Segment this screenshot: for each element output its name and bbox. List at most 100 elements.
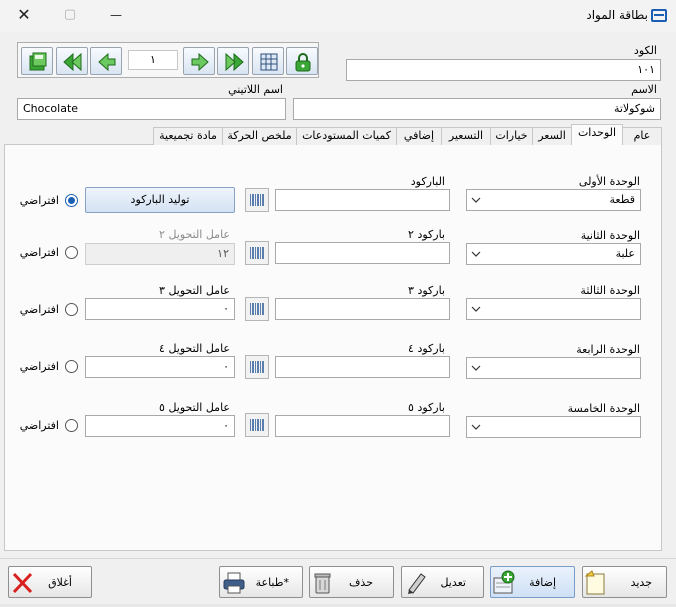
window-title: بطاقة المواد — [586, 8, 648, 22]
default-radio-3[interactable] — [65, 303, 78, 316]
tab-units[interactable]: الوحدات — [571, 124, 623, 145]
barcode-4-label: باركود ٤ — [408, 342, 445, 355]
add-record-icon — [493, 570, 515, 594]
minimize-window-button[interactable]: — — [102, 4, 130, 28]
double-arrow-left-icon — [63, 52, 82, 72]
edit-button[interactable]: تعديل — [401, 566, 484, 598]
next-record-button[interactable] — [183, 47, 215, 75]
barcode-icon — [250, 361, 264, 373]
barcode-icon — [250, 247, 264, 259]
barcode-1-input[interactable] — [275, 189, 450, 211]
unit-4-select[interactable] — [466, 357, 641, 379]
default-label-5: افتراضي — [19, 419, 59, 432]
grid-icon — [260, 53, 278, 71]
default-label-3: افتراضي — [19, 303, 59, 316]
barcode-5-scan-button[interactable] — [245, 413, 269, 437]
trash-icon — [314, 573, 331, 594]
barcode-5-label: باركود ٥ — [408, 401, 445, 414]
chevron-down-icon — [471, 251, 481, 257]
barcode-2-scan-button[interactable] — [245, 241, 269, 265]
previous-record-button[interactable] — [90, 47, 122, 75]
barcode-icon — [250, 303, 264, 315]
barcode-icon — [250, 419, 264, 431]
save-record-button[interactable] — [21, 47, 53, 75]
printer-icon — [223, 572, 245, 594]
barcode-2-input[interactable] — [275, 242, 450, 264]
barcode-3-label: باركود ٣ — [408, 284, 445, 297]
unit-4-label: الوحدة الرابعة — [576, 343, 640, 356]
barcode-4-input[interactable] — [275, 356, 450, 378]
close-x-icon — [12, 572, 33, 594]
print-button-label: طباعة* — [255, 576, 289, 589]
latin-name-input[interactable]: Chocolate — [17, 98, 286, 120]
default-radio-5[interactable] — [65, 419, 78, 432]
latin-name-label: اسم اللاتيني — [228, 83, 283, 96]
tab-price[interactable]: السعر — [532, 127, 572, 145]
print-button[interactable]: طباعة* — [219, 566, 303, 598]
close-button-label: أغلاق — [48, 576, 72, 589]
record-number-field[interactable]: ١ — [128, 50, 178, 70]
tab-options[interactable]: خيارات — [490, 127, 533, 145]
tab-warehouse-quantities[interactable]: كميات المستودعات — [296, 127, 397, 145]
edit-icon — [408, 573, 426, 594]
barcode-3-scan-button[interactable] — [245, 297, 269, 321]
grid-view-button[interactable] — [252, 47, 284, 75]
barcode-icon — [250, 194, 264, 206]
add-button-label: إضافة — [529, 576, 556, 589]
factor-3-label: عامل التحويل ٣ — [159, 284, 230, 297]
code-input[interactable]: ١٠١ — [346, 59, 661, 81]
tab-extra[interactable]: إضافي — [396, 127, 442, 145]
tab-movement-summary[interactable]: ملخص الحركة — [222, 127, 297, 145]
delete-button[interactable]: حذف — [309, 566, 394, 598]
factor-5-input[interactable]: ٠ — [85, 415, 235, 437]
factor-5-label: عامل التحويل ٥ — [159, 401, 230, 414]
first-record-button[interactable] — [56, 47, 88, 75]
double-arrow-right-icon — [225, 52, 244, 72]
chevron-down-icon — [471, 365, 481, 371]
default-radio-2[interactable] — [65, 246, 78, 259]
unit-2-select[interactable]: علبة — [466, 243, 641, 265]
barcode-1-scan-button[interactable] — [245, 188, 269, 212]
factor-3-input[interactable]: ٠ — [85, 298, 235, 320]
last-record-button[interactable] — [217, 47, 249, 75]
barcode-4-scan-button[interactable] — [245, 355, 269, 379]
tab-assembly-item[interactable]: مادة تجميعية — [153, 127, 223, 145]
chevron-down-icon — [471, 306, 481, 312]
unit-1-select[interactable]: قطعة — [466, 189, 641, 211]
default-label-4: افتراضي — [19, 360, 59, 373]
generate-barcode-button[interactable]: توليد الباركود — [85, 187, 235, 213]
factor-4-input[interactable]: ٠ — [85, 356, 235, 378]
maximize-window-button[interactable]: ▢ — [56, 4, 84, 28]
arrow-right-icon — [191, 52, 209, 72]
lock-icon — [295, 53, 311, 72]
new-document-icon — [584, 570, 605, 595]
unit-2-value: علبة — [615, 247, 635, 260]
barcode-3-input[interactable] — [275, 298, 450, 320]
add-button[interactable]: إضافة — [490, 566, 575, 598]
chevron-down-icon — [471, 424, 481, 430]
factor-4-label: عامل التحويل ٤ — [159, 342, 230, 355]
edit-button-label: تعديل — [440, 576, 466, 589]
unit-5-select[interactable] — [466, 416, 641, 438]
new-button-label: جديد — [630, 576, 652, 589]
tab-general[interactable]: عام — [622, 127, 662, 145]
default-radio-4[interactable] — [65, 360, 78, 373]
name-label: الاسم — [631, 83, 657, 96]
bottom-divider — [0, 558, 676, 559]
barcode-5-input[interactable] — [275, 415, 450, 437]
save-icon — [29, 52, 47, 71]
new-button[interactable]: جديد — [582, 566, 667, 598]
default-radio-1[interactable] — [65, 194, 78, 207]
unit-2-label: الوحدة الثانية — [580, 229, 640, 242]
unit-1-value: قطعة — [609, 193, 636, 206]
close-window-button[interactable]: ✕ — [10, 4, 38, 28]
name-input[interactable]: شوكولاتة — [293, 98, 661, 120]
navigation-toolbar: ١ — [17, 42, 319, 78]
factor-2-input[interactable]: ١٢ — [85, 243, 235, 265]
barcode-1-label: الباركود — [410, 175, 445, 188]
default-label-1: افتراضي — [19, 194, 59, 207]
tab-pricing[interactable]: التسعير — [441, 127, 491, 145]
close-button[interactable]: أغلاق — [8, 566, 92, 598]
lock-button[interactable] — [286, 47, 318, 75]
unit-3-select[interactable] — [466, 298, 641, 320]
